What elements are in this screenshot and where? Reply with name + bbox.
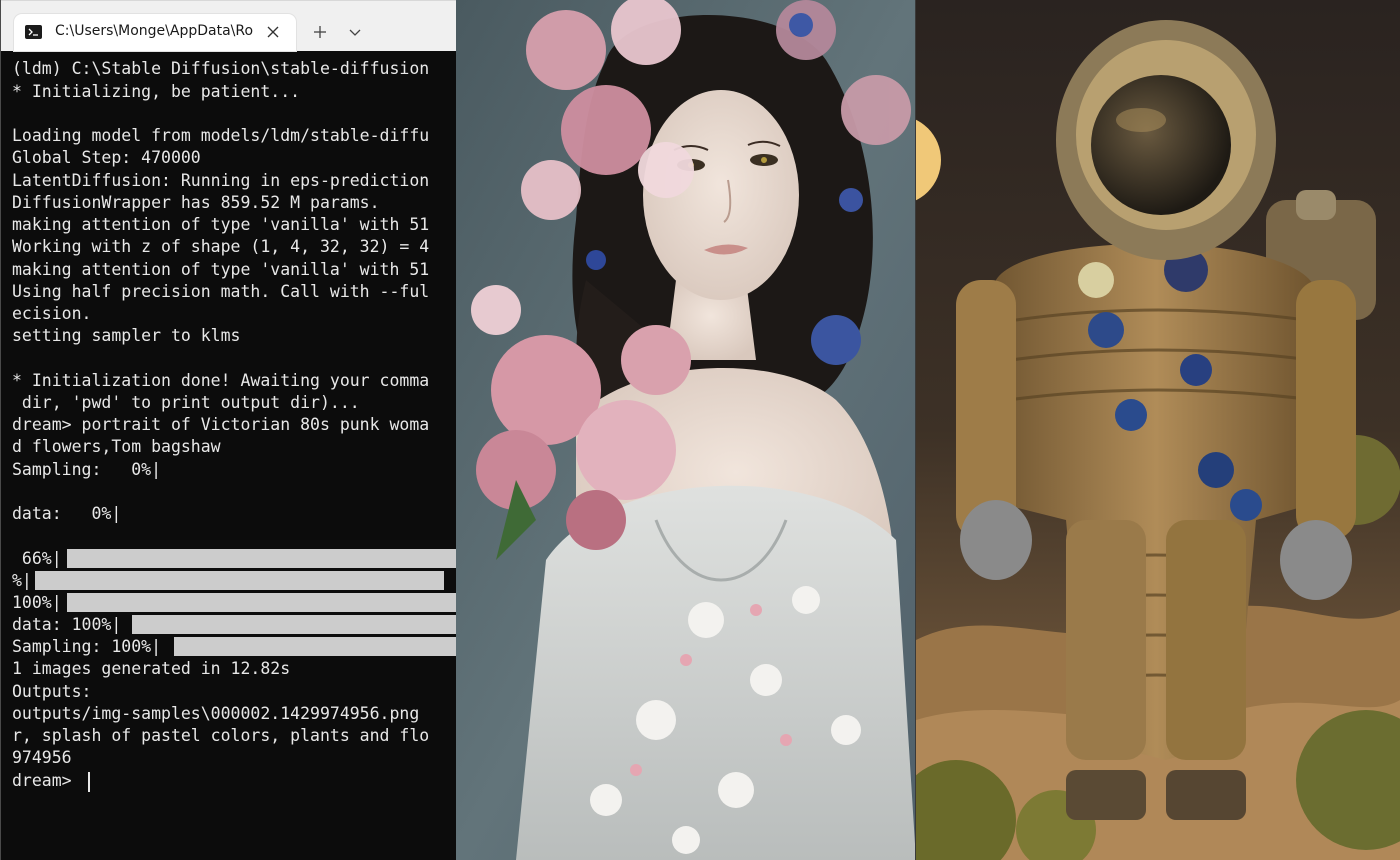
console-line: * Initializing, be patient... [12,82,301,101]
text-cursor [88,772,90,792]
generated-image-astronaut[interactable] [916,0,1400,860]
console-line: Loading model from models/ldm/stable-dif… [12,126,430,145]
plus-icon [314,26,326,38]
console-line: * Initialization done! Awaiting your com… [12,371,430,390]
console-line: LatentDiffusion: Running in eps-predicti… [12,171,430,190]
console-line: making attention of type 'vanilla' with … [12,260,430,279]
progress-label: data: 100%| [12,615,122,634]
console-line: data: 0%| [12,504,122,523]
console-line: ecision. [12,304,92,323]
console-line: setting sampler to klms [12,326,241,345]
progress-label: 100%| [12,593,62,612]
progress-bar [67,593,456,612]
generated-image-portrait[interactable] [456,0,916,860]
console-line: making attention of type 'vanilla' with … [12,215,430,234]
progress-bar [67,549,456,568]
astronaut-image [916,0,1400,860]
console-line: d flowers,Tom bagshaw [12,437,221,456]
console-line: 974956 [12,748,72,767]
new-tab-button[interactable] [306,19,334,45]
console-line: Global Step: 470000 [12,148,201,167]
tab-terminal[interactable]: C:\Users\Monge\AppData\Ro [14,14,296,51]
tab-title: C:\Users\Monge\AppData\Ro [55,23,254,39]
console-line: dir, 'pwd' to print output dir)... [12,393,360,412]
progress-label: 66%| [12,549,62,568]
terminal-icon [25,25,42,39]
progress-bar [132,615,456,634]
console-line: outputs/img-samples\000002.1429974956.pn… [12,704,420,723]
tab-bar: C:\Users\Monge\AppData\Ro [0,0,456,51]
console-line: (ldm) C:\Stable Diffusion\stable-diffusi… [12,59,430,78]
progress-bar [174,637,456,656]
progress-label: %| [12,571,32,590]
console-line: r, splash of pastel colors, plants and f… [12,726,430,745]
console-line: DiffusionWrapper has 859.52 M params. [12,193,380,212]
tab-dropdown-button[interactable] [342,19,368,45]
close-icon[interactable] [266,24,280,38]
portrait-image [456,0,916,860]
console-output[interactable]: (ldm) C:\Stable Diffusion\stable-diffusi… [0,50,456,860]
progress-label: Sampling: 100%| [12,637,162,656]
chevron-down-icon [349,29,361,36]
console-line: Working with z of shape (1, 4, 32, 32) =… [12,237,430,256]
console-line: Using half precision math. Call with --f… [12,282,430,301]
console-line: dream> portrait of Victorian 80s punk wo… [12,415,430,434]
console-line: 1 images generated in 12.82s [12,659,291,678]
terminal-window[interactable]: C:\Users\Monge\AppData\Ro (ldm) C:\Stabl… [0,0,456,860]
console-line: Sampling: 0%| [12,460,162,479]
prompt-line[interactable]: dream> [12,770,82,792]
progress-bar [35,571,456,590]
console-line: Outputs: [12,682,92,701]
